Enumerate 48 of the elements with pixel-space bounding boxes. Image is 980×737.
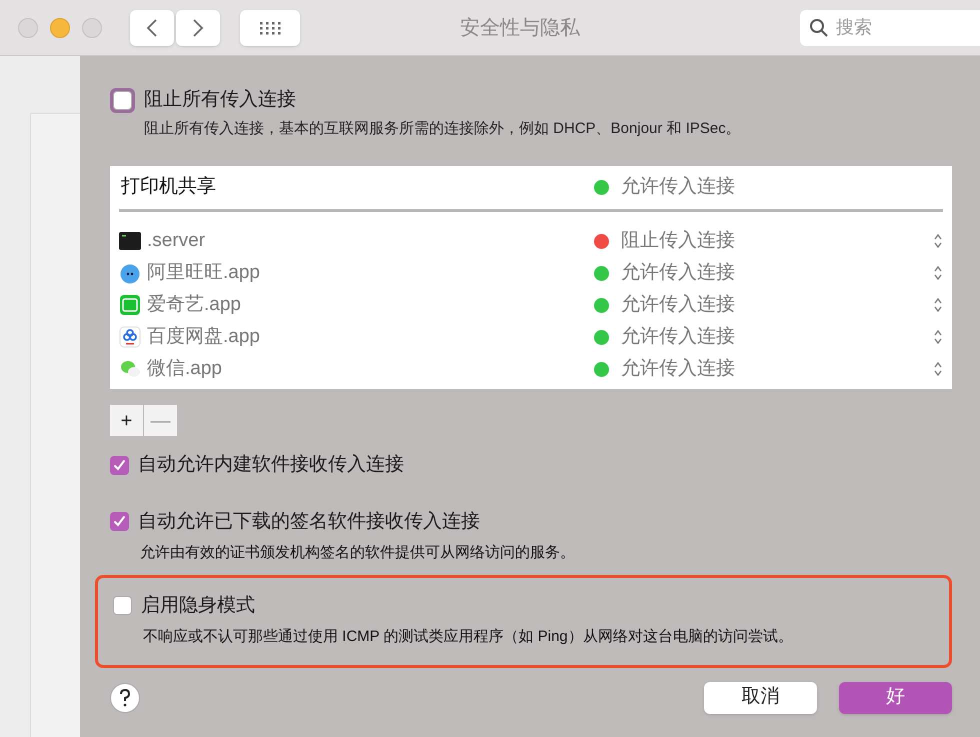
mascot-icon (119, 262, 141, 284)
grid-button[interactable] (240, 10, 300, 46)
add-button[interactable]: + (110, 405, 143, 436)
checkbox-label: 自动允许已下载的签名软件接收传入连接 (138, 510, 480, 534)
search-icon (809, 18, 829, 38)
description-text: 阻止所有传入连接，基本的互联网服务所需的连接除外，例如 DHCP、Bonjour 和 IPSec。 (144, 118, 742, 138)
table-header-cell-text: 打印机共享 (121, 174, 217, 199)
checkbox[interactable] (110, 512, 129, 532)
stepper-icon[interactable] (933, 265, 943, 281)
ok-button[interactable]: 好 (839, 682, 952, 714)
table-header-cell-text: 允许传入连接 (621, 174, 735, 199)
description-text: 允许由有效的证书颁发机构签名的软件提供可从网络访问的服务。 (140, 543, 576, 563)
stepper-icon[interactable] (933, 361, 943, 377)
description-text: 不响应或不认可那些通过使用 ICMP 的测试类应用程序（如 Ping）从网络对这台电脑的访问尝试。 (143, 627, 794, 647)
tv-screen-icon (119, 294, 141, 316)
status-cell[interactable]: 允许传入连接 (621, 290, 933, 320)
checkmark-icon (113, 515, 126, 528)
stepper-icon[interactable] (933, 233, 943, 249)
help-button[interactable] (110, 682, 140, 712)
status-cell[interactable]: 允许传入连接 (621, 354, 933, 384)
chevron-left-icon (146, 18, 158, 38)
forward-button[interactable] (176, 10, 220, 46)
checkbox[interactable] (110, 456, 129, 475)
stepper-icon[interactable] (933, 329, 943, 345)
status-cell[interactable]: 允许传入连接 (621, 322, 933, 352)
search-field[interactable]: 搜索 (800, 10, 980, 46)
terminal-icon (119, 231, 141, 251)
checkbox-label: 自动允许内建软件接收传入连接 (138, 453, 404, 477)
chat-bubbles-icon (119, 358, 141, 380)
back-button[interactable] (130, 10, 174, 46)
status-cell[interactable]: 允许传入连接 (621, 258, 933, 288)
checkbox-label: 启用隐身模式 (141, 594, 255, 618)
status-cell[interactable]: 阻止传入连接 (621, 226, 933, 256)
question-icon (119, 688, 131, 706)
cloud-icon (119, 326, 141, 348)
cancel-button[interactable]: 取消 (704, 682, 817, 714)
stepper-icon[interactable] (933, 297, 943, 313)
checkbox-label: 阻止所有传入连接 (144, 88, 296, 112)
app-name-cell-text: 爱奇艺.app (147, 292, 242, 317)
dot-grid-icon (258, 20, 282, 34)
app-name-cell-text: 阿里旺旺.app (147, 260, 261, 285)
app-name-cell-text: 微信.app (147, 356, 223, 381)
chevron-right-icon (192, 18, 204, 38)
app-name-cell-text: .server (147, 228, 206, 253)
checkbox[interactable] (113, 596, 132, 616)
checkmark-icon (113, 458, 126, 472)
window-title: 安全性与隐私 (459, 16, 581, 40)
app-name-cell-text: 百度网盘.app (147, 324, 261, 349)
